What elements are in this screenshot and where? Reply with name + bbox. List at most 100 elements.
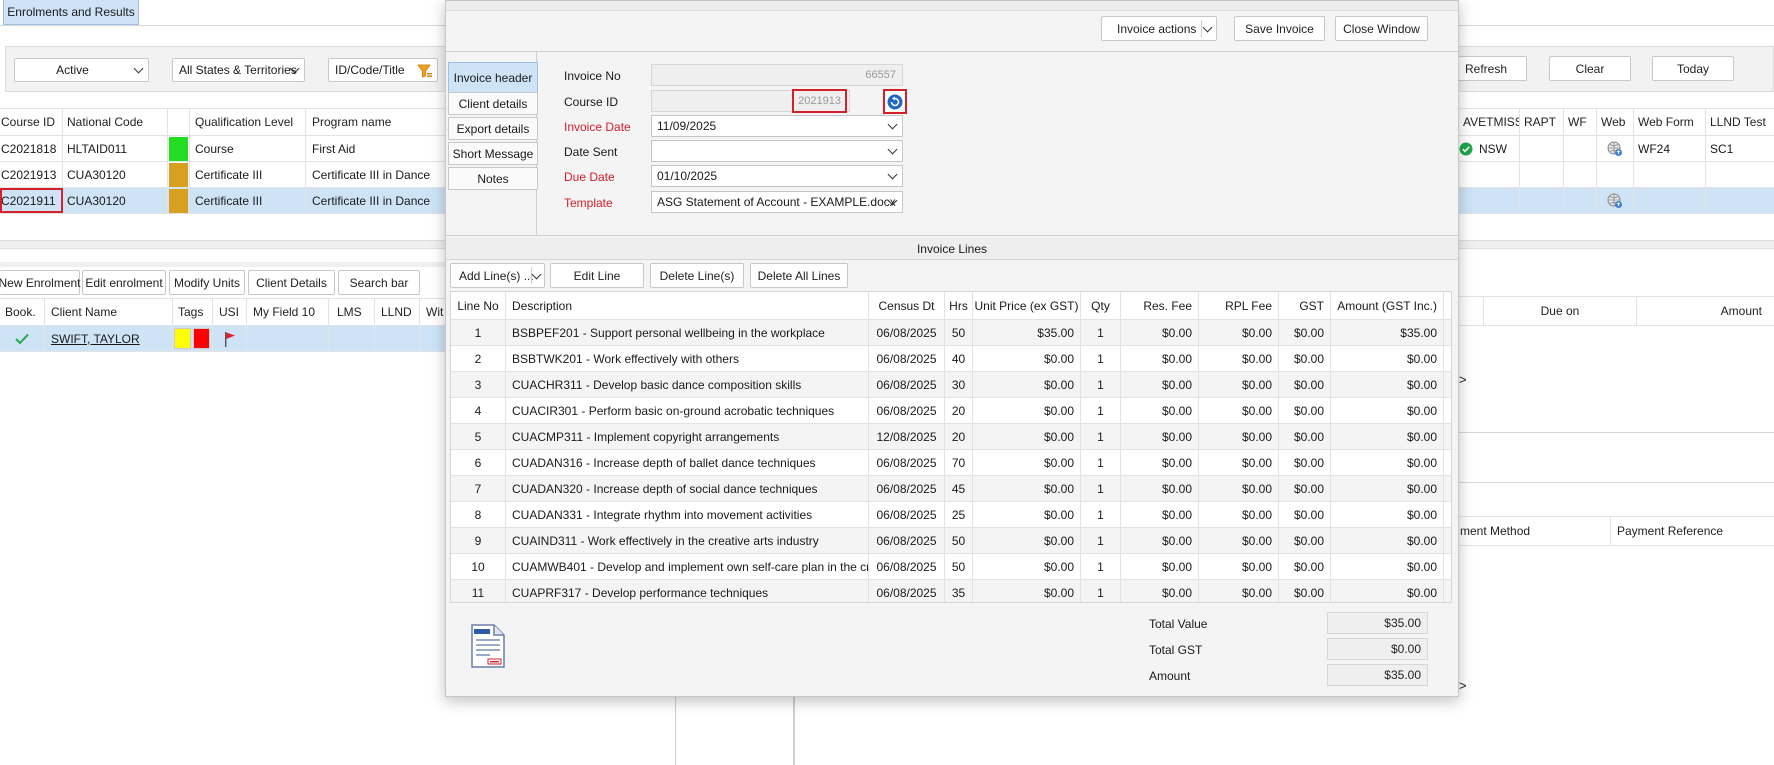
invoice-actions-button[interactable]: Invoice actions <box>1101 16 1217 41</box>
col-book[interactable]: Book. <box>0 299 45 325</box>
col-payment-method[interactable]: ment Method <box>1459 517 1611 545</box>
col-unit-price[interactable]: Unit Price (ex GST) <box>973 292 1081 319</box>
col-llnd[interactable]: LLND <box>375 299 420 325</box>
table-row[interactable]: 1 BSBPEF201 - Support personal wellbeing … <box>451 320 1451 346</box>
tab-invoice-header[interactable]: Invoice header <box>448 62 538 94</box>
col-description[interactable]: Description <box>506 292 869 319</box>
col-client-name[interactable]: Client Name <box>45 299 173 325</box>
col-label: LLND <box>381 305 412 319</box>
edit-enrolment-button[interactable]: Edit enrolment <box>82 270 166 295</box>
search-bar-button[interactable]: Search bar <box>338 270 420 295</box>
delete-lines-button[interactable]: Delete Line(s) <box>650 263 744 288</box>
col-census-dt[interactable]: Census Dt <box>869 292 945 319</box>
table-row[interactable]: 3 CUACHR311 - Develop basic dance composi… <box>451 372 1451 398</box>
tab-label: Short Message <box>452 146 534 161</box>
status-dropdown[interactable]: Active <box>14 58 149 82</box>
search-input[interactable]: ID/Code/Title <box>328 58 438 82</box>
globe-icon[interactable] <box>1607 193 1623 209</box>
invoice-no-field: 66557 <box>651 64 903 86</box>
table-row[interactable]: 8 CUADAN331 - Integrate rhythm into movem… <box>451 502 1451 528</box>
tab-enrolments-results[interactable]: Enrolments and Results <box>3 0 139 25</box>
col-qualification-level[interactable]: Qualification Level <box>190 109 306 135</box>
save-invoice-button[interactable]: Save Invoice <box>1234 16 1325 41</box>
col-web-form[interactable]: Web Form <box>1634 109 1706 135</box>
new-enrolment-button[interactable]: New Enrolment <box>0 270 81 295</box>
today-button[interactable]: Today <box>1652 56 1734 81</box>
col-rpl-fee[interactable]: RPL Fee <box>1199 292 1279 319</box>
line-price: $0.00 <box>973 424 1081 449</box>
col-hrs[interactable]: Hrs <box>945 292 973 319</box>
table-row[interactable]: 7 CUADAN320 - Increase depth of social da… <box>451 476 1451 502</box>
dialog-title-bar[interactable] <box>446 1 1458 11</box>
col-label: Hrs <box>949 298 968 313</box>
col-due-on[interactable]: Due on <box>1484 297 1637 325</box>
invoice-date-picker[interactable]: 11/09/2025 <box>651 115 903 137</box>
client-details-button[interactable]: Client Details <box>248 270 335 295</box>
tab-notes[interactable]: Notes <box>448 167 538 190</box>
close-window-button[interactable]: Close Window <box>1335 16 1428 41</box>
edit-line-button[interactable]: Edit Line <box>550 263 644 288</box>
col-tags[interactable]: Tags <box>173 299 213 325</box>
col-line-no[interactable]: Line No <box>451 292 506 319</box>
col-label: LLND Test <box>1710 115 1766 129</box>
col-wit[interactable]: Wit <box>420 299 445 325</box>
line-qty: 1 <box>1081 398 1121 423</box>
template-dropdown[interactable]: ASG Statement of Account - EXAMPLE.docx <box>651 191 903 213</box>
table-row[interactable]: 4 CUACIR301 - Perform basic on-ground acr… <box>451 398 1451 424</box>
table-row[interactable]: 10 CUAMWB401 - Develop and implement own … <box>451 554 1451 580</box>
col-lms[interactable]: LMS <box>329 299 375 325</box>
tab-short-message[interactable]: Short Message <box>448 142 538 165</box>
btn-label: Edit enrolment <box>85 275 163 290</box>
col-qty[interactable]: Qty <box>1081 292 1121 319</box>
col-res-fee[interactable]: Res. Fee <box>1121 292 1199 319</box>
course-link-button[interactable] <box>883 89 907 114</box>
splitter[interactable] <box>0 262 445 267</box>
chevron-down-icon[interactable] <box>1202 22 1213 32</box>
col-llnd-test[interactable]: LLND Test <box>1706 109 1774 135</box>
states-dropdown[interactable]: All States & Territories <box>172 58 305 82</box>
table-row-right-selected[interactable] <box>1459 188 1774 214</box>
table-row-right[interactable] <box>1459 162 1774 188</box>
col-avetmiss[interactable]: AVETMISS <box>1459 109 1520 135</box>
add-lines-button[interactable]: Add Line(s) ... <box>450 263 545 288</box>
table-row[interactable]: 5 CUACMP311 - Implement copyright arrange… <box>451 424 1451 450</box>
tab-client-details[interactable]: Client details <box>448 92 538 115</box>
line-qty: 1 <box>1081 450 1121 475</box>
table-row[interactable]: 6 CUADAN316 - Increase depth of ballet da… <box>451 450 1451 476</box>
modify-units-button[interactable]: Modify Units <box>169 270 245 295</box>
col-rapt[interactable]: RAPT <box>1520 109 1564 135</box>
table-row[interactable]: C2021913 CUA30120 Certificate III Certif… <box>0 162 445 188</box>
amount-label: Amount <box>1149 669 1191 683</box>
col-color[interactable] <box>168 109 190 135</box>
col-amount[interactable]: Amount <box>1637 297 1774 325</box>
table-row[interactable]: C2021818 HLTAID011 Course First Aid <box>0 136 445 162</box>
clear-button[interactable]: Clear <box>1549 56 1631 81</box>
col-payment-reference[interactable]: Payment Reference <box>1611 517 1774 545</box>
col-wf[interactable]: WF <box>1564 109 1597 135</box>
lines-header: Line No Description Census Dt Hrs Unit P… <box>451 292 1451 320</box>
col-amount[interactable]: Amount (GST Inc.) <box>1331 292 1444 319</box>
col-web[interactable]: Web <box>1597 109 1634 135</box>
table-row-selected[interactable]: SWIFT, TAYLOR <box>0 326 445 352</box>
col-course-id[interactable]: Course ID <box>0 109 63 135</box>
course-id-highlight: 2021913 <box>792 89 847 113</box>
delete-all-lines-button[interactable]: Delete All Lines <box>750 263 848 288</box>
globe-icon[interactable] <box>1607 141 1623 157</box>
line-qty: 1 <box>1081 372 1121 397</box>
col-usi[interactable]: USI <box>213 299 247 325</box>
table-row-selected[interactable]: C2021911 CUA30120 Certificate III Certif… <box>0 188 445 214</box>
states-value: All States & Territories <box>179 63 297 77</box>
table-row[interactable]: 11 CUAPRF317 - Develop performance techni… <box>451 580 1451 602</box>
table-row-right[interactable]: NSW WF24 SC1 <box>1459 136 1774 162</box>
table-row[interactable]: 2 BSBTWK201 - Work effectively with other… <box>451 346 1451 372</box>
col-my-field-10[interactable]: My Field 10 <box>247 299 329 325</box>
table-row[interactable]: 9 CUAIND311 - Work effectively in the cre… <box>451 528 1451 554</box>
tab-export-details[interactable]: Export details <box>448 117 538 140</box>
col-national-code[interactable]: National Code <box>63 109 168 135</box>
due-date-picker[interactable]: 01/10/2025 <box>651 165 903 187</box>
col-program-name[interactable]: Program name <box>306 109 445 135</box>
filter-icon[interactable] <box>417 63 433 79</box>
col-gst[interactable]: GST <box>1279 292 1331 319</box>
client-name-link[interactable]: SWIFT, TAYLOR <box>45 326 173 351</box>
date-sent-picker[interactable] <box>651 140 903 162</box>
